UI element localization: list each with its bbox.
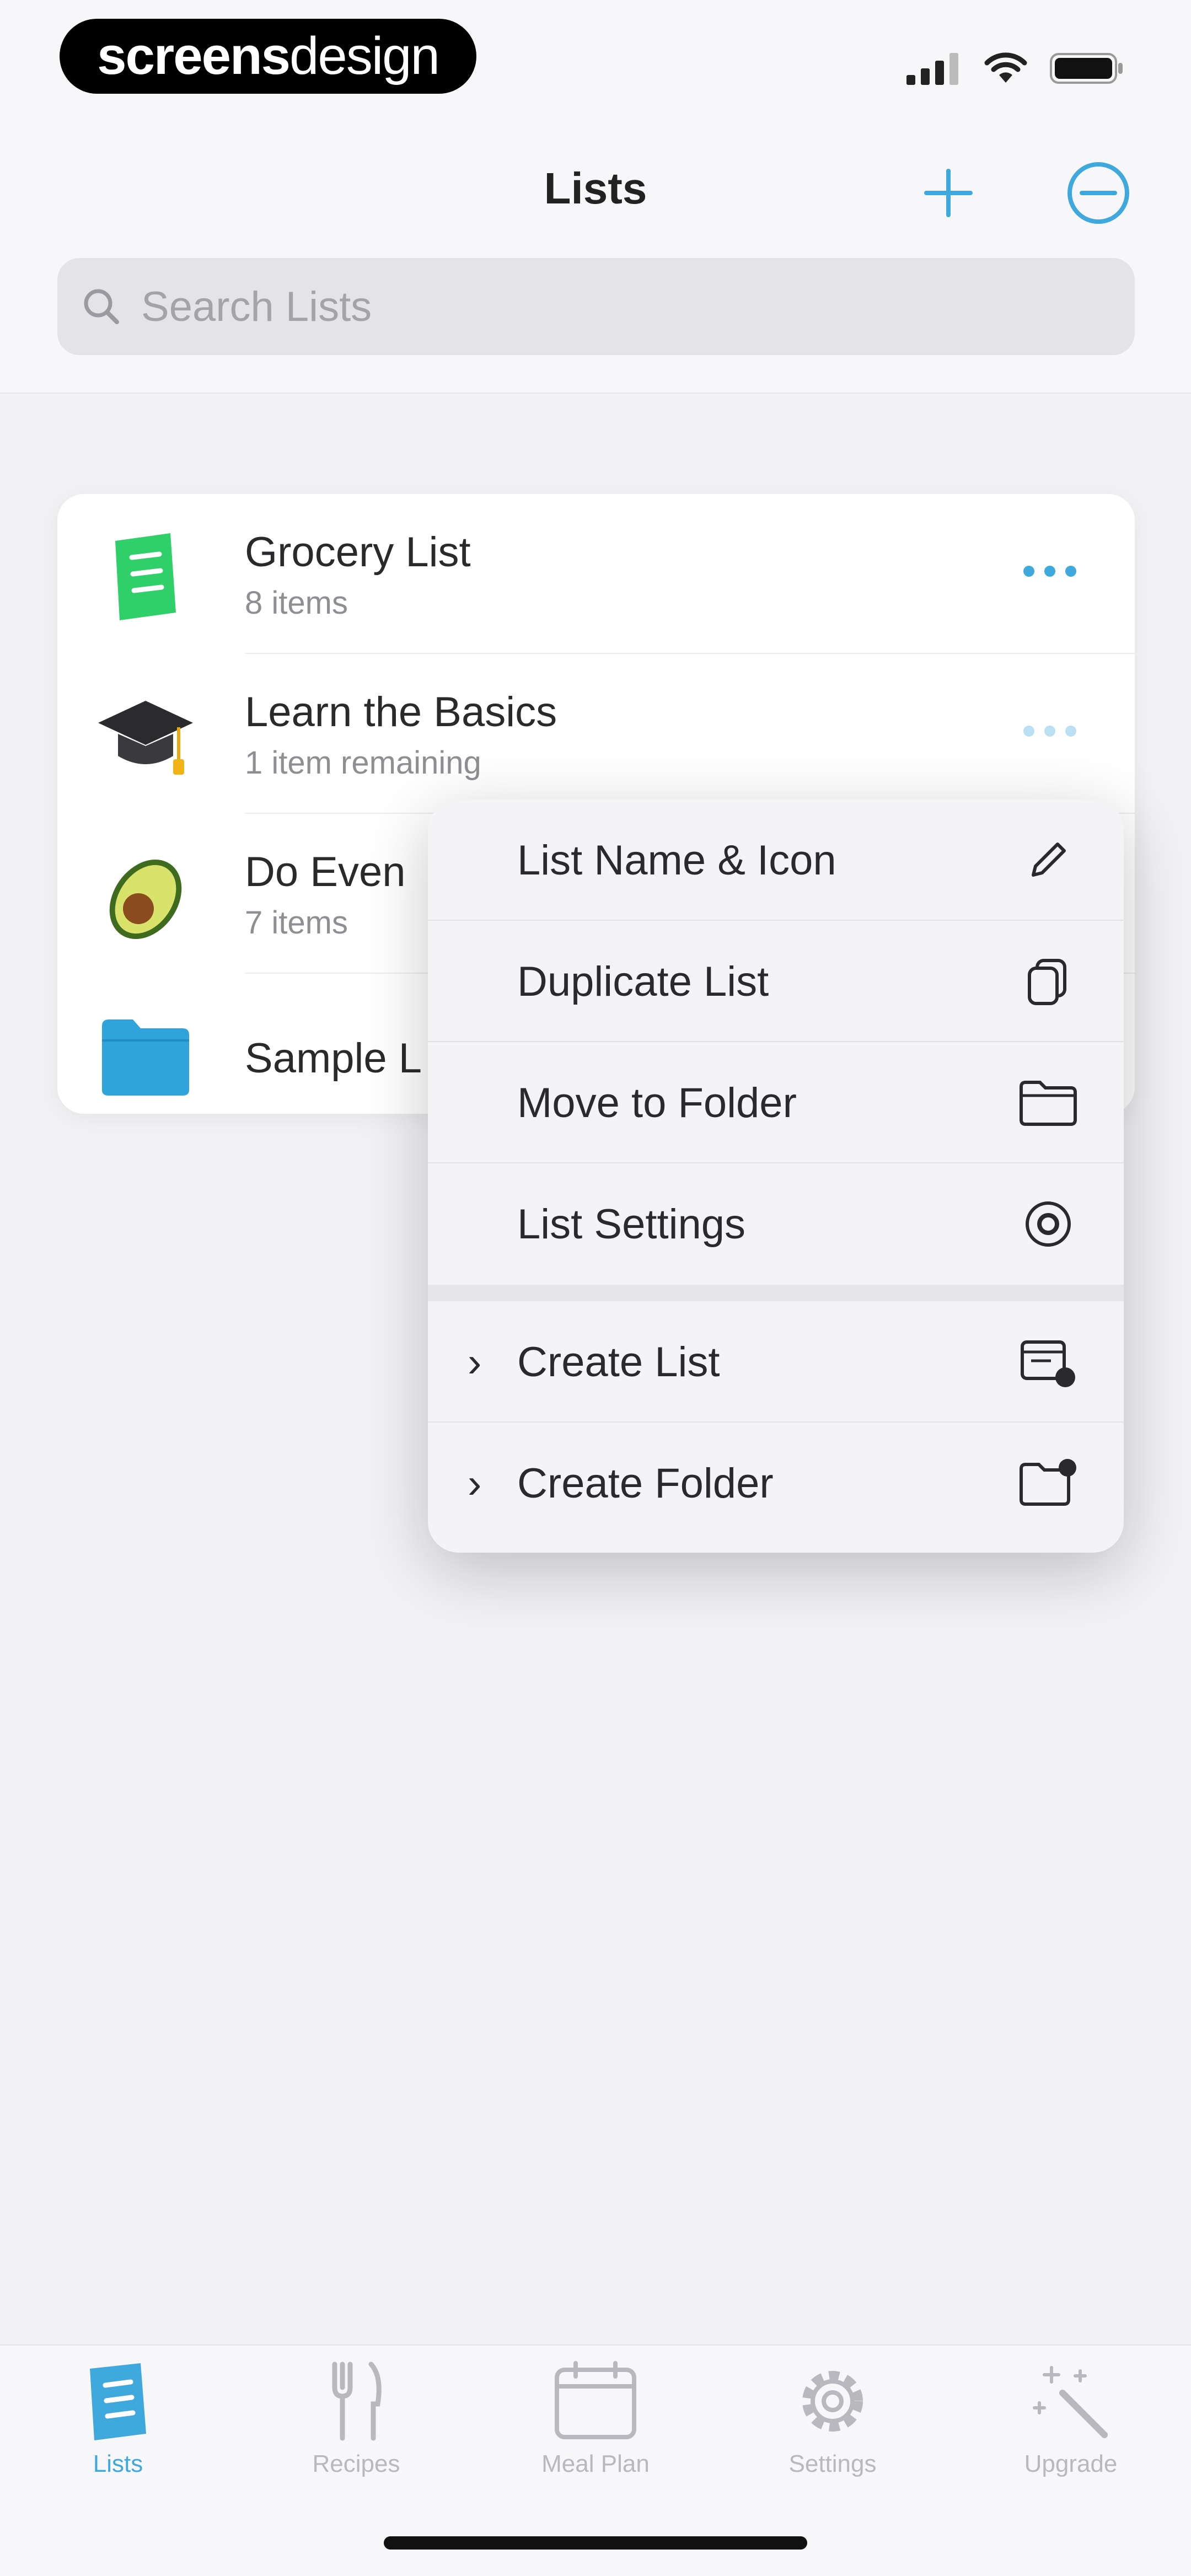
tab-label: Lists xyxy=(93,2450,143,2477)
list-subtitle: 7 items xyxy=(245,905,348,941)
menu-item-label: List Settings xyxy=(517,1200,745,1248)
menu-item-label: List Name & Icon xyxy=(517,836,836,884)
plus-icon xyxy=(924,169,973,217)
lists-icon xyxy=(71,2354,165,2448)
duplicate-icon xyxy=(1018,951,1079,1012)
menu-item-label: Create Folder xyxy=(517,1459,774,1507)
tab-label: Recipes xyxy=(312,2450,400,2477)
more-options-button[interactable] xyxy=(1011,549,1088,593)
chevron-right-icon: › xyxy=(468,1338,482,1386)
list-title: Do Even xyxy=(245,849,406,895)
menu-item-create-folder[interactable]: › Create Folder xyxy=(428,1423,1124,1544)
settings-gear-icon xyxy=(786,2354,879,2448)
screensdesign-badge: screens design xyxy=(60,19,476,94)
menu-item-list-settings[interactable]: List Settings xyxy=(428,1163,1124,1285)
search-input[interactable] xyxy=(140,282,1024,331)
menu-item-label: Create List xyxy=(517,1338,720,1386)
list-title: Grocery List xyxy=(245,529,471,576)
menu-item-move-to-folder[interactable]: Move to Folder xyxy=(428,1042,1124,1163)
tab-recipes[interactable]: Recipes xyxy=(273,2354,439,2487)
menu-item-duplicate-list[interactable]: Duplicate List xyxy=(428,921,1124,1042)
tab-lists[interactable]: Lists xyxy=(35,2354,201,2487)
grocery-list-icon xyxy=(96,527,195,626)
fork-knife-icon xyxy=(309,2354,403,2448)
tab-meal-plan[interactable]: Meal Plan xyxy=(513,2354,678,2487)
list-item[interactable]: Learn the Basics 1 item remaining xyxy=(57,654,1135,814)
search-icon xyxy=(84,289,119,324)
tab-label: Settings xyxy=(788,2450,877,2477)
pencil-icon xyxy=(1018,830,1079,890)
folder-outline-icon xyxy=(1018,1072,1079,1133)
avocado-icon xyxy=(96,847,195,946)
list-subtitle: 1 item remaining xyxy=(245,745,481,781)
battery-icon xyxy=(1050,53,1123,84)
graduation-cap-icon xyxy=(96,687,195,786)
menu-item-create-list[interactable]: › Create List xyxy=(428,1301,1124,1423)
tab-settings[interactable]: Settings xyxy=(750,2354,915,2487)
home-indicator xyxy=(384,2536,807,2550)
wifi-icon xyxy=(984,52,1027,83)
cellular-signal-icon xyxy=(906,53,958,85)
page-title: Lists xyxy=(544,164,647,213)
gear-icon xyxy=(1018,1194,1079,1254)
folder-icon xyxy=(96,1007,195,1106)
badge-text-light: design xyxy=(289,26,440,85)
tab-label: Upgrade xyxy=(1024,2450,1118,2477)
list-title: Learn the Basics xyxy=(245,689,557,736)
calendar-icon xyxy=(549,2354,642,2448)
menu-item-label: Move to Folder xyxy=(517,1079,797,1126)
tab-label: Meal Plan xyxy=(541,2450,650,2477)
create-folder-icon xyxy=(1018,1453,1079,1514)
menu-item-label: Duplicate List xyxy=(517,958,769,1005)
tab-upgrade[interactable]: Upgrade xyxy=(988,2354,1154,2487)
create-list-icon xyxy=(1018,1332,1079,1392)
chevron-right-icon: › xyxy=(468,1459,482,1507)
context-menu: List Name & Icon Duplicate List Move to … xyxy=(428,799,1124,1553)
menu-item-list-name-icon[interactable]: List Name & Icon xyxy=(428,799,1124,921)
list-title: Sample L xyxy=(245,1035,422,1082)
list-item[interactable]: Grocery List 8 items xyxy=(57,494,1135,654)
list-subtitle: 8 items xyxy=(245,585,348,621)
menu-section-gap xyxy=(428,1285,1124,1301)
add-list-button[interactable] xyxy=(915,160,981,226)
search-bar[interactable] xyxy=(57,258,1135,355)
minus-circle-icon xyxy=(1067,162,1129,224)
magic-wand-icon xyxy=(1024,2354,1118,2448)
badge-text-bold: screens xyxy=(97,26,291,85)
remove-list-button[interactable] xyxy=(1064,159,1133,227)
status-icons xyxy=(906,49,1125,88)
more-options-button[interactable] xyxy=(1011,709,1088,753)
